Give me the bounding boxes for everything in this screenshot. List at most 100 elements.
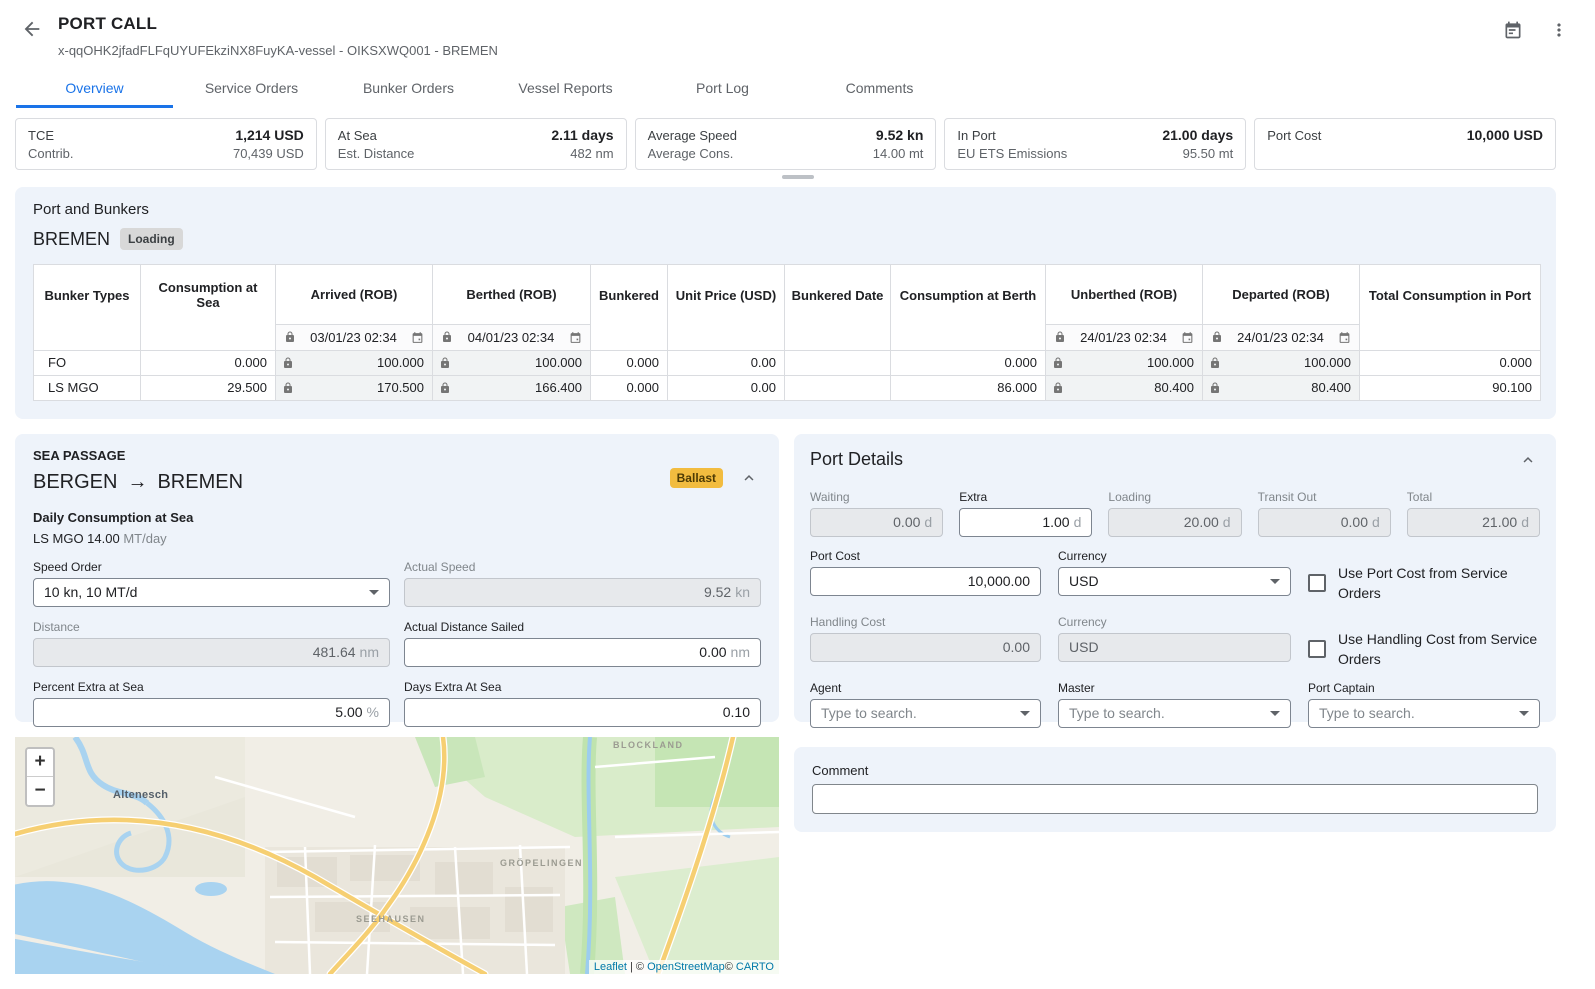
percent-extra-at-sea-field[interactable]: 5.00 %: [33, 698, 390, 727]
col-bunkered-date: Bunkered Date: [785, 265, 891, 325]
unit-price-cell[interactable]: 0.00: [668, 350, 785, 375]
port-cost-currency-select[interactable]: USD: [1058, 567, 1291, 596]
departed-date-field[interactable]: 24/01/23 02:34: [1203, 324, 1360, 350]
total-label: Total: [1407, 490, 1540, 504]
map-label-blockland: BLOCKLAND: [613, 740, 684, 750]
days-extra-at-sea-field[interactable]: 0.10: [404, 698, 761, 727]
arrow-left-icon: [21, 18, 43, 40]
kpi-card-port-cost: Port Cost10,000 USD: [1254, 118, 1556, 170]
unit-price-cell[interactable]: 0.00: [668, 375, 785, 400]
tab-bunker-orders[interactable]: Bunker Orders: [330, 70, 487, 108]
port-cost-field[interactable]: 10,000.00: [810, 567, 1041, 596]
kpi-label: Average Speed: [648, 127, 737, 145]
route-from-port: BERGEN: [33, 471, 117, 494]
currency-label: Currency: [1058, 549, 1291, 563]
loading-field: 20.00d: [1108, 508, 1241, 537]
table-header-row: Bunker Types Consumption at Sea Arrived …: [34, 265, 1541, 325]
loading-status-badge: Loading: [120, 228, 183, 250]
arrived-date-field[interactable]: 03/01/23 02:34: [276, 324, 433, 350]
map-label-seehausen: SEEHAUSEN: [356, 914, 426, 924]
actual-distance-sailed-field[interactable]: 0.00 nm: [404, 638, 761, 667]
cons-sea-cell[interactable]: 0.000: [141, 350, 276, 375]
handling-cost-field: 0.00: [810, 633, 1041, 662]
osm-link[interactable]: OpenStreetMap: [647, 961, 725, 973]
tab-comments[interactable]: Comments: [801, 70, 958, 108]
calendar-button[interactable]: [1501, 18, 1525, 42]
use-handling-cost-label: Use Handling Cost from Service Orders: [1338, 629, 1540, 669]
kpi-value: 14.00 mt: [873, 145, 924, 163]
daily-consumption-label: Daily Consumption at Sea: [33, 510, 761, 525]
kpi-label: Est. Distance: [338, 145, 415, 163]
tab-overview[interactable]: Overview: [16, 70, 173, 108]
lock-icon: [441, 331, 453, 343]
zoom-in-button[interactable]: +: [27, 749, 53, 777]
port-captain-label: Port Captain: [1308, 681, 1540, 695]
berthed-date-field[interactable]: 04/01/23 02:34: [433, 324, 591, 350]
arrived-rob-cell: 100.000: [276, 350, 433, 375]
kpi-label: TCE: [28, 127, 54, 145]
unberthed-date-field[interactable]: 24/01/23 02:34: [1046, 324, 1203, 350]
lock-icon: [1209, 382, 1221, 394]
map-label-altenesch: Altenesch: [113, 789, 168, 801]
bunkered-cell[interactable]: 0.000: [591, 350, 668, 375]
cons-berth-cell[interactable]: 0.000: [891, 350, 1046, 375]
speed-order-select[interactable]: 10 kn, 10 MT/d: [33, 578, 390, 607]
total-field: 21.00d: [1407, 508, 1540, 537]
waiting-label: Waiting: [810, 490, 943, 504]
transit-out-label: Transit Out: [1258, 490, 1391, 504]
more-options-button[interactable]: [1547, 18, 1571, 42]
zoom-out-button[interactable]: −: [27, 777, 53, 805]
kpi-value: 95.50 mt: [1183, 145, 1234, 163]
route-to-port: BREMEN: [157, 471, 243, 494]
calendar-icon: [1503, 20, 1523, 40]
bunkered-date-cell[interactable]: [785, 375, 891, 400]
lock-icon: [1209, 357, 1221, 369]
chevron-up-icon: [1519, 451, 1537, 469]
arrived-date: 03/01/23 02:34: [310, 330, 397, 345]
col-arrived-rob: Arrived (ROB): [276, 265, 433, 325]
use-port-cost-label: Use Port Cost from Service Orders: [1338, 563, 1540, 603]
tab-vessel-reports[interactable]: Vessel Reports: [487, 70, 644, 108]
page-header: PORT CALL x-qqOHK2jfadFLFqUYUFEkziNX8Fuy…: [0, 0, 1595, 108]
chevron-down-icon: [369, 590, 379, 595]
agent-search-input[interactable]: Type to search.: [810, 699, 1041, 728]
distance-label: Distance: [33, 620, 390, 634]
kpi-card-at-sea: At Sea2.11 days Est. Distance482 nm: [325, 118, 627, 170]
collapse-port-details-button[interactable]: [1516, 448, 1540, 472]
use-port-cost-checkbox[interactable]: [1308, 574, 1326, 592]
col-consumption-at-sea: Consumption at Sea: [141, 265, 276, 325]
comment-input[interactable]: [812, 784, 1538, 814]
calendar-icon: [411, 331, 424, 344]
leaflet-link[interactable]: Leaflet: [594, 961, 627, 973]
tab-port-log[interactable]: Port Log: [644, 70, 801, 108]
master-search-input[interactable]: Type to search.: [1058, 699, 1291, 728]
collapse-sea-passage-button[interactable]: [737, 466, 761, 490]
back-button[interactable]: [20, 17, 44, 41]
lock-icon: [1052, 357, 1064, 369]
panel-resize-handle[interactable]: [782, 175, 814, 179]
kpi-label: Port Cost: [1267, 127, 1321, 145]
comment-label: Comment: [812, 763, 1538, 778]
actual-speed-label: Actual Speed: [404, 560, 761, 574]
port-captain-search-input[interactable]: Type to search.: [1308, 699, 1540, 728]
cons-sea-cell[interactable]: 29.500: [141, 375, 276, 400]
kpi-label: EU ETS Emissions: [957, 145, 1067, 163]
lock-icon: [284, 331, 296, 343]
carto-link[interactable]: CARTO: [736, 961, 774, 973]
map[interactable]: BLOCKLAND Altenesch GRÖPELINGEN SEEHAUSE…: [15, 737, 779, 974]
daily-consumption-unit: MT/day: [123, 531, 166, 546]
bunkered-cell[interactable]: 0.000: [591, 375, 668, 400]
extra-field[interactable]: 1.00d: [959, 508, 1092, 537]
lock-icon: [1054, 331, 1066, 343]
port-and-bunkers-section: Port and Bunkers BREMEN Loading Bunker T…: [15, 187, 1556, 419]
use-handling-cost-checkbox[interactable]: [1308, 640, 1326, 658]
chevron-up-icon: [740, 469, 758, 487]
tab-service-orders[interactable]: Service Orders: [173, 70, 330, 108]
bunkered-date-cell[interactable]: [785, 350, 891, 375]
bunker-type: FO: [34, 350, 141, 375]
col-bunker-types: Bunker Types: [34, 265, 141, 325]
kpi-value: 9.52 kn: [876, 126, 923, 144]
sea-passage-section: SEA PASSAGE BERGEN → BREMEN Ballast Dail…: [15, 434, 779, 722]
cons-berth-cell[interactable]: 86.000: [891, 375, 1046, 400]
kpi-label: At Sea: [338, 127, 377, 145]
